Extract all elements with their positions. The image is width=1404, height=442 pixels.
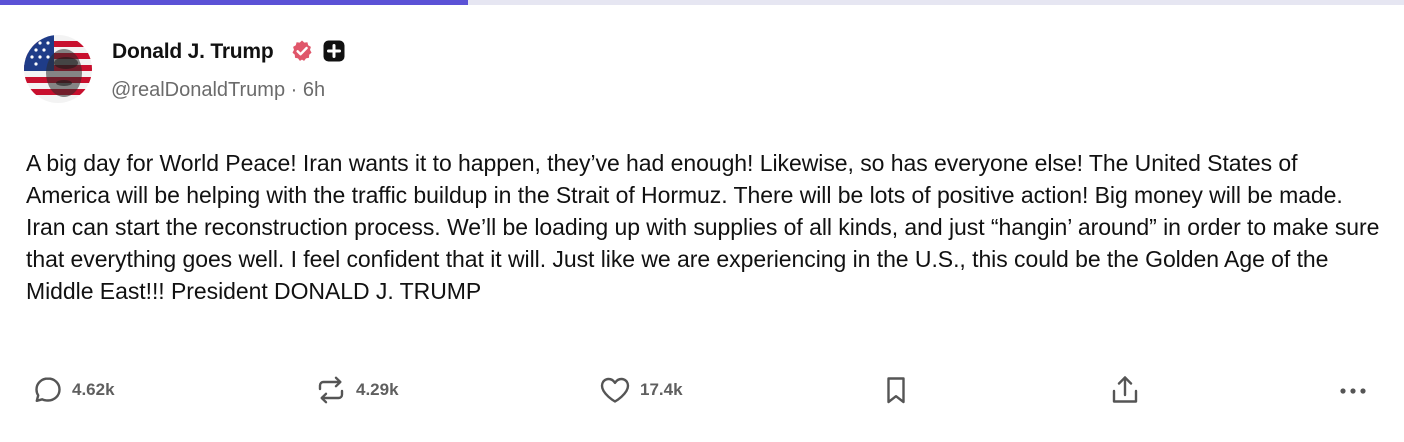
repost-button[interactable]: 4.29k xyxy=(314,372,399,408)
like-button[interactable]: 17.4k xyxy=(598,372,683,408)
more-icon xyxy=(1340,388,1366,394)
reply-button[interactable]: 4.62k xyxy=(32,372,115,408)
bookmark-button[interactable] xyxy=(880,372,912,408)
share-button[interactable] xyxy=(1108,372,1142,408)
repost-count: 4.29k xyxy=(356,380,399,399)
bookmark-icon xyxy=(887,377,905,404)
handle-separator: · xyxy=(285,79,303,101)
avatar[interactable] xyxy=(24,35,92,103)
author-handle[interactable]: @realDonaldTrump xyxy=(111,79,285,101)
comment-icon xyxy=(35,377,61,402)
more-options-button[interactable] xyxy=(1336,372,1370,408)
like-count: 17.4k xyxy=(640,380,683,399)
progress-track xyxy=(0,0,1404,5)
verified-badge-icon xyxy=(292,40,312,61)
repost-icon xyxy=(318,376,344,404)
plus-badge-icon xyxy=(323,40,345,62)
progress-fill xyxy=(0,0,468,5)
share-icon xyxy=(1112,376,1138,403)
handle-line: @realDonaldTrump · 6h xyxy=(111,79,325,102)
heart-icon xyxy=(600,377,630,403)
post-body: A big day for World Peace! Iran wants it… xyxy=(26,150,1386,304)
avatar-image xyxy=(24,35,92,103)
reply-count: 4.62k xyxy=(72,380,115,399)
display-name[interactable]: Donald J. Trump xyxy=(112,40,274,64)
post-timestamp[interactable]: 6h xyxy=(303,79,325,101)
